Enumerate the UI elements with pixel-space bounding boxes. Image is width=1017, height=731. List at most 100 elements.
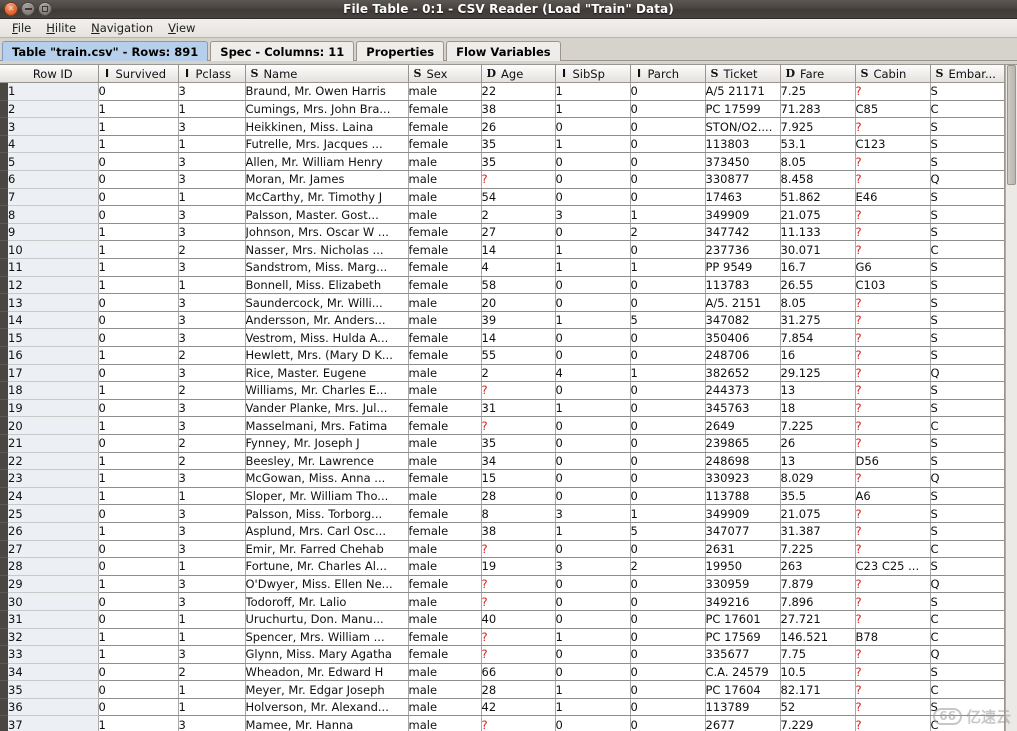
table-cell[interactable]: 26 [481,117,556,136]
table-cell[interactable]: 1 [630,364,706,383]
table-cell[interactable]: 244373 [705,381,781,400]
table-cell[interactable]: A/5 21171 [705,82,781,101]
table-cell[interactable]: 3 [178,416,246,435]
table-row[interactable]: 26 1 3 Asplund, Mrs. Carl Osc... female 38 1 5 3… [0,522,1005,541]
table-cell[interactable]: 71.283 [780,100,856,119]
table-cell[interactable]: 1 [555,522,631,541]
table-cell[interactable]: 8.458 [780,170,856,189]
table-cell[interactable]: male [408,610,482,629]
table-cell[interactable]: 52 [780,698,856,717]
table-cell[interactable]: C [930,715,1005,731]
table-cell[interactable]: 31.275 [780,311,856,330]
table-cell[interactable]: 0 [630,663,706,682]
table-cell[interactable]: 2 [481,205,556,224]
table-cell[interactable]: 0 [555,434,631,453]
missing-value-cell[interactable]: ? [855,170,931,189]
table-cell[interactable]: 28 [481,487,556,506]
table-cell[interactable]: 0 [630,469,706,488]
table-cell[interactable]: 0 [555,188,631,207]
table-cell[interactable]: female [408,469,482,488]
row-id-cell[interactable]: 8 [8,205,99,224]
table-cell[interactable]: Beesley, Mr. Lawrence [245,452,409,471]
row-id-cell[interactable]: 19 [8,399,99,418]
table-cell[interactable]: male [408,557,482,576]
table-cell[interactable]: 3 [178,328,246,347]
table-cell[interactable]: Vestrom, Miss. Hulda A... [245,328,409,347]
table-cell[interactable]: 0 [555,645,631,664]
table-cell[interactable]: A6 [855,487,931,506]
table-cell[interactable]: 0 [630,575,706,594]
table-cell[interactable]: female [408,645,482,664]
row-id-cell[interactable]: 36 [8,698,99,717]
table-cell[interactable]: 0 [98,680,179,699]
table-cell[interactable]: PC 17599 [705,100,781,119]
table-cell[interactable]: 27 [481,223,556,242]
table-cell[interactable]: S [930,504,1005,523]
table-cell[interactable]: 51.862 [780,188,856,207]
missing-value-cell[interactable]: ? [855,311,931,330]
table-cell[interactable]: Rice, Master. Eugene [245,364,409,383]
table-cell[interactable]: Palsson, Miss. Torborg... [245,504,409,523]
table-cell[interactable]: 5 [630,311,706,330]
missing-value-cell[interactable]: ? [855,152,931,172]
table-cell[interactable]: Bonnell, Miss. Elizabeth [245,276,409,295]
row-id-cell[interactable]: 21 [8,434,99,453]
table-cell[interactable]: 1 [98,223,179,242]
table-cell[interactable]: 26 [780,434,856,453]
table-cell[interactable]: S [930,223,1005,242]
table-cell[interactable]: 14 [481,240,556,260]
table-cell[interactable]: Moran, Mr. James [245,170,409,189]
table-cell[interactable]: 0 [98,399,179,418]
table-cell[interactable]: 2 [178,240,246,260]
table-cell[interactable]: Meyer, Mr. Edgar Joseph [245,680,409,699]
table-cell[interactable]: 0 [555,487,631,506]
table-cell[interactable]: S [930,152,1005,172]
tab-0[interactable]: Table "train.csv" - Rows: 891 [2,41,209,61]
table-cell[interactable]: 3 [178,170,246,189]
missing-value-cell[interactable]: ? [855,82,931,101]
table-cell[interactable]: male [408,381,482,400]
table-cell[interactable]: 1 [178,100,246,119]
missing-value-cell[interactable]: ? [855,522,931,541]
table-cell[interactable]: 0 [630,680,706,699]
table-cell[interactable]: 1 [630,504,706,523]
table-cell[interactable]: 113803 [705,135,781,154]
table-cell[interactable]: S [930,452,1005,471]
vertical-scrollbar[interactable] [1005,65,1017,731]
menu-navigation[interactable]: Navigation [84,20,161,37]
table-cell[interactable]: 330923 [705,469,781,488]
missing-value-cell[interactable]: ? [855,205,931,224]
table-row[interactable]: 32 1 1 Spencer, Mrs. William ... female? 1 0 PC… [0,628,1005,647]
table-cell[interactable]: 1 [98,381,179,400]
table-cell[interactable]: 1 [98,416,179,435]
table-cell[interactable]: female [408,135,482,154]
table-cell[interactable]: 0 [555,223,631,242]
table-row[interactable]: 4 1 1 Futrelle, Mrs. Jacques ... female 35 1 0 1… [0,135,1005,154]
table-cell[interactable]: 7.225 [780,540,856,559]
table-cell[interactable]: 1 [98,258,179,277]
table-cell[interactable]: 38 [481,522,556,541]
column-header-rowid[interactable]: Row ID [8,65,99,84]
table-cell[interactable]: 0 [630,240,706,260]
table-row[interactable]: 17 0 3 Rice, Master. Eugene male 2 4 1 382652 29.… [0,364,1005,383]
row-id-cell[interactable]: 27 [8,540,99,559]
table-cell[interactable]: Q [930,364,1005,383]
table-row[interactable]: 25 0 3 Palsson, Miss. Torborg... female 8 3 1 34… [0,504,1005,523]
table-cell[interactable]: 3 [178,82,246,101]
table-cell[interactable]: 5 [630,522,706,541]
table-cell[interactable]: 3 [178,504,246,523]
table-cell[interactable]: 0 [98,328,179,347]
table-cell[interactable]: 349909 [705,504,781,523]
table-cell[interactable]: female [408,399,482,418]
missing-value-cell[interactable]: ? [855,592,931,611]
table-cell[interactable]: 3 [178,223,246,242]
column-header-embar[interactable]: S Embar... [930,65,1005,84]
table-cell[interactable]: 1 [98,135,179,154]
table-cell[interactable]: 22 [481,82,556,101]
table-cell[interactable]: female [408,258,482,277]
table-cell[interactable]: Andersson, Mr. Anders... [245,311,409,330]
table-cell[interactable]: 8 [481,504,556,523]
table-cell[interactable]: McGowan, Miss. Anna ... [245,469,409,488]
row-id-cell[interactable]: 18 [8,381,99,400]
table-cell[interactable]: male [408,205,482,224]
